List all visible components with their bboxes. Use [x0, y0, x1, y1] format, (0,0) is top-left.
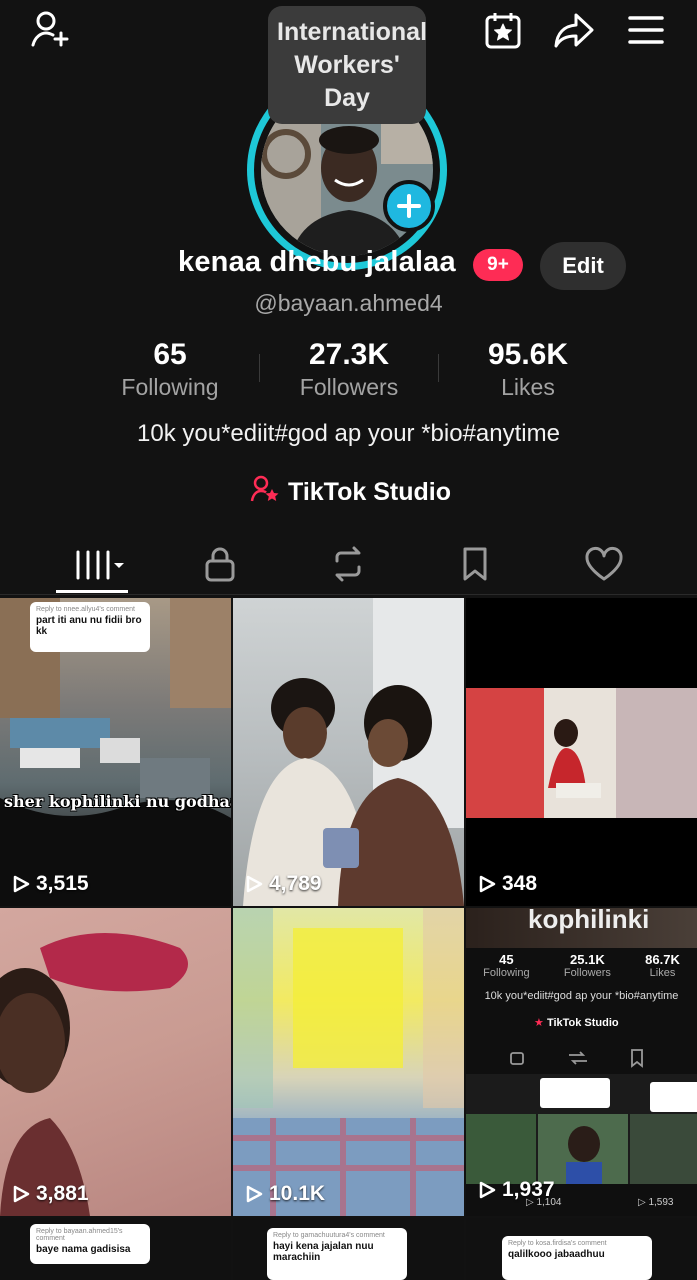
view-count: 3,515: [12, 872, 89, 896]
comment-sticker: Reply to bayaan.ahmed15's comment baye n…: [30, 1224, 150, 1264]
active-tab-indicator: [56, 590, 128, 593]
calendar-star-icon[interactable]: [481, 8, 525, 52]
stat-followers[interactable]: 27.3K Followers: [259, 338, 439, 401]
view-count: 1,937: [478, 1178, 555, 1202]
add-avatar-button[interactable]: [383, 180, 435, 232]
play-icon: [13, 875, 30, 893]
play-icon: [246, 875, 263, 893]
add-friend-icon[interactable]: [28, 8, 72, 52]
tiktok-studio-link[interactable]: TikTok Studio: [250, 474, 451, 511]
profile-bio: 10k you*ediit#god ap your *bio#anytime: [137, 420, 560, 447]
tab-liked[interactable]: [579, 542, 629, 586]
play-icon: [246, 1185, 263, 1203]
video-thumbnail[interactable]: Reply to bayaan.ahmed15's comment baye n…: [0, 1218, 231, 1280]
edit-profile-button[interactable]: Edit: [540, 242, 626, 290]
mini-studio: ★ TikTok Studio: [534, 1017, 619, 1029]
profile-name: kenaa dhebu jalalaa: [178, 246, 456, 278]
profile-tabs: [0, 532, 697, 595]
comment-sticker: Reply to kosa.firdisa's comment qalilkoo…: [502, 1236, 652, 1280]
video-thumbnail[interactable]: kophilinki 45 Following 25.1K Followers 86…: [466, 908, 697, 1216]
video-thumbnail[interactable]: 348: [466, 598, 697, 906]
mini-bio: 10k you*ediit#god ap your *bio#anytime: [484, 990, 679, 1002]
tab-private[interactable]: [195, 542, 245, 586]
video-thumbnail[interactable]: Reply to kosa.firdisa's comment qalilkoo…: [466, 1218, 697, 1280]
video-thumbnail[interactable]: Reply to nnee.allyu4's comment part iti …: [0, 598, 231, 906]
mini-profile-stats: 45 Following 25.1K Followers 86.7K Likes: [483, 952, 680, 979]
video-overlay-text: kophilinki: [528, 908, 650, 934]
video-thumbnail[interactable]: 10.1K: [233, 908, 464, 1216]
view-count: 4,789: [245, 872, 322, 896]
video-overlay-text: sher kophilinki nu godhaa: [4, 792, 231, 811]
tab-videos-grid[interactable]: [70, 542, 130, 586]
view-count: 10.1K: [245, 1182, 325, 1206]
stat-likes[interactable]: 95.6K Likes: [438, 338, 618, 401]
play-icon: [479, 875, 496, 893]
menu-icon[interactable]: [624, 8, 668, 52]
play-icon: [13, 1185, 30, 1203]
tab-favorites[interactable]: [450, 542, 500, 586]
studio-user-icon: [250, 474, 280, 511]
stat-following[interactable]: 65 Following: [80, 338, 260, 401]
tab-reposts[interactable]: [323, 542, 373, 586]
share-icon[interactable]: [552, 8, 596, 52]
comment-sticker: Reply to gamachuutura4's comment hayi ke…: [267, 1228, 407, 1280]
video-thumbnail[interactable]: 3,881: [0, 908, 231, 1216]
notification-badge[interactable]: 9+: [473, 249, 523, 281]
view-count: 348: [478, 872, 537, 896]
event-tooltip[interactable]: International Workers' Day: [268, 6, 427, 124]
video-thumbnail[interactable]: 4,789: [233, 598, 464, 906]
video-thumbnail[interactable]: Reply to gamachuutura4's comment hayi ke…: [233, 1218, 464, 1280]
play-icon: [479, 1181, 496, 1199]
mini-views: ▷ 1,593: [638, 1197, 674, 1208]
profile-handle: @bayaan.ahmed4: [254, 290, 443, 316]
view-count: 3,881: [12, 1182, 89, 1206]
comment-sticker: Reply to nnee.allyu4's comment part iti …: [30, 602, 150, 652]
